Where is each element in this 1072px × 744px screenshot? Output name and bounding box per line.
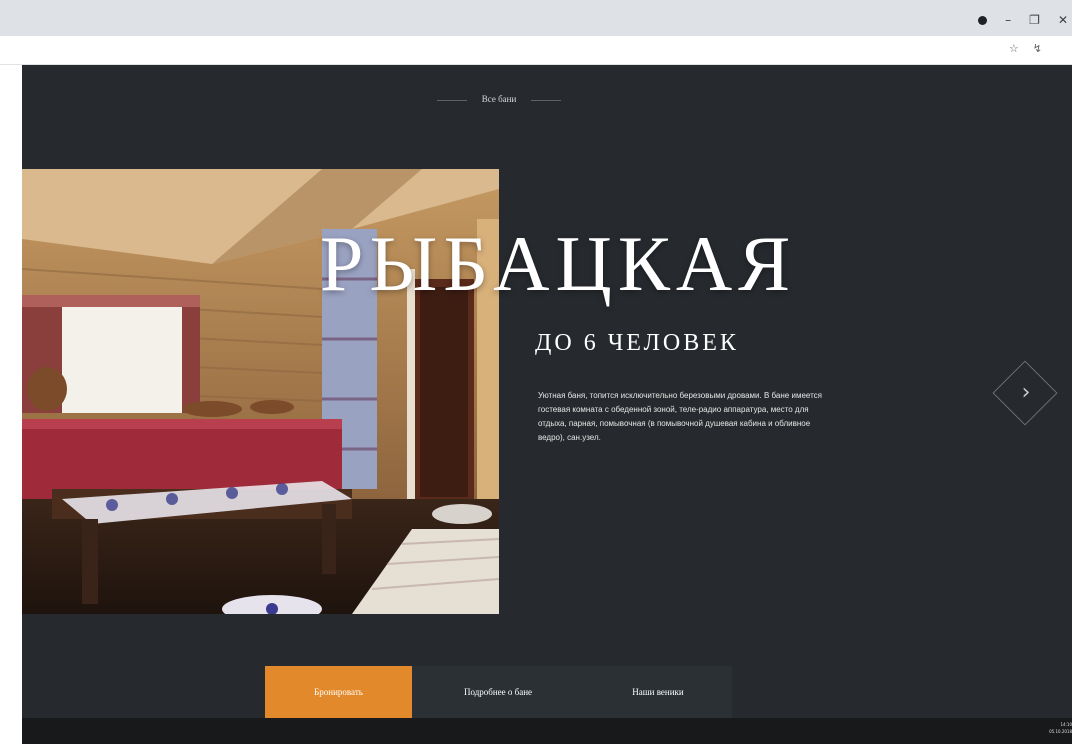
extension-icon[interactable]: ↯ [1033, 42, 1042, 55]
brooms-button-label: Наши веники [632, 687, 684, 697]
all-bathhouses-link[interactable]: Все бани [437, 94, 561, 104]
bathhouse-title: РЫБАЦКАЯ [320, 220, 797, 307]
browser-address-bar[interactable]: ☆ ↯ [0, 36, 1072, 65]
divider-left [437, 100, 467, 101]
divider-right [531, 100, 561, 101]
details-button-label: Подробнее о бане [463, 687, 533, 697]
clock-date: 05.10.2018 [1049, 729, 1072, 734]
browser-titlebar: – ❐ ✕ [0, 0, 1072, 36]
minimize-icon[interactable]: – [1005, 10, 1011, 30]
bathhouse-description: Уютная баня, топится исключительно берез… [538, 391, 822, 442]
book-button[interactable]: Бронировать [265, 666, 412, 718]
brooms-button[interactable]: Наши веники [584, 666, 732, 718]
taskbar-clock[interactable]: 14:10 05.10.2018 [1046, 721, 1072, 735]
book-button-label: Бронировать [314, 687, 363, 697]
profile-icon[interactable] [978, 15, 988, 25]
screen: – ❐ ✕ ☆ ↯ Все бани РЫБАЦКАЯ ДО 6 ЧЕЛОВЕК… [0, 0, 1072, 744]
capacity-subtitle: ДО 6 ЧЕЛОВЕК [535, 330, 739, 356]
close-icon[interactable]: ✕ [1058, 10, 1068, 30]
clock-time: 14:10 [1060, 722, 1072, 727]
details-button[interactable]: Подробнее о бане [412, 666, 584, 718]
window-controls: – ❐ ✕ [978, 10, 1072, 30]
address-bar-icons: ☆ ↯ [1009, 42, 1042, 55]
all-bathhouses-label[interactable]: Все бани [482, 94, 517, 104]
chevron-right-icon[interactable]: › [1014, 375, 1038, 411]
bookmark-star-icon[interactable]: ☆ [1009, 42, 1019, 55]
os-taskbar: 14:10 05.10.2018 [22, 718, 1072, 744]
bathhouse-page: Все бани РЫБАЦКАЯ ДО 6 ЧЕЛОВЕК Уютная ба… [22, 65, 1072, 744]
restore-icon[interactable]: ❐ [1029, 10, 1040, 30]
